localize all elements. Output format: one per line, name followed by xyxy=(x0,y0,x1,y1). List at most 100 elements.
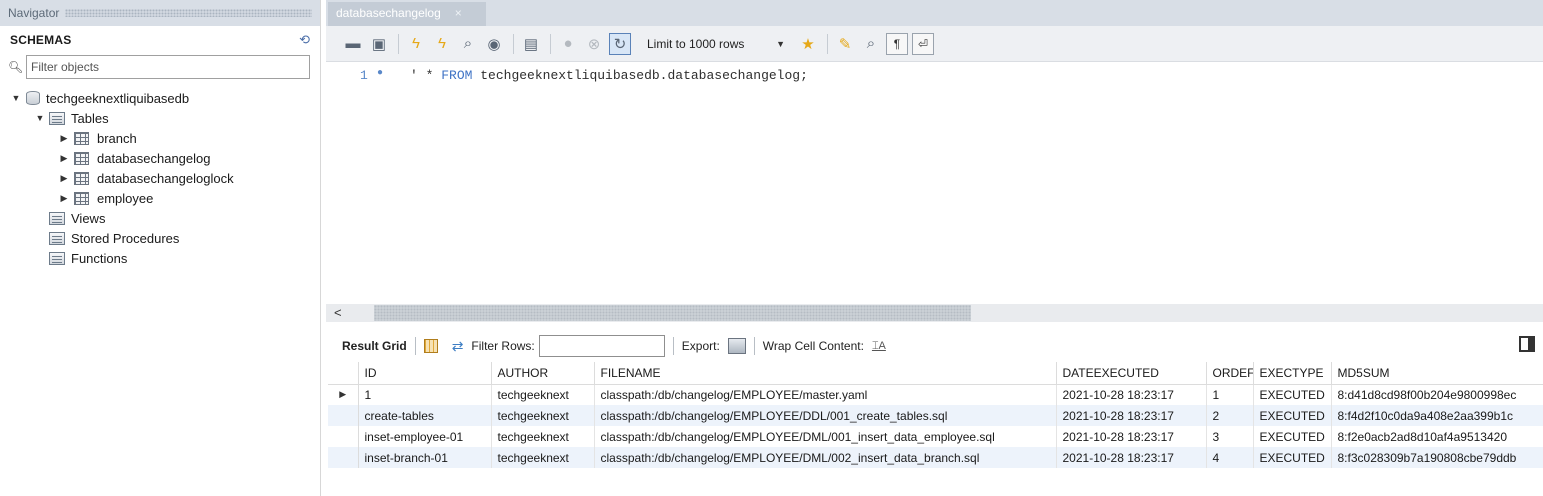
cell[interactable]: 2021-10-28 18:23:17 xyxy=(1056,426,1207,447)
table-node-databasechangeloglock[interactable]: ▶ databasechangeloglock xyxy=(0,168,321,188)
open-folder-icon[interactable]: ▬ xyxy=(342,33,364,55)
stop-icon[interactable]: ◉ xyxy=(483,33,505,55)
table-name: databasechangeloglock xyxy=(97,170,234,186)
cell[interactable]: classpath:/db/changelog/EMPLOYEE/master.… xyxy=(594,384,1057,405)
search-icon: 🔍︎ xyxy=(8,60,24,74)
code-line[interactable]: ' * FROM techgeeknextliquibasedb.databas… xyxy=(410,68,808,83)
execute-icon[interactable]: ϟ xyxy=(405,33,427,55)
expand-right-icon[interactable]: ▶ xyxy=(58,193,70,204)
row-indicator xyxy=(328,405,359,426)
column-header[interactable]: ID xyxy=(358,362,492,385)
functions-node[interactable]: Functions xyxy=(0,248,321,268)
stored-procedures-node[interactable]: Stored Procedures xyxy=(0,228,321,248)
cell[interactable]: 8:f3c028309b7a190808cbe79ddb xyxy=(1331,447,1543,468)
cell[interactable]: EXECUTED xyxy=(1253,384,1332,405)
refresh-icon[interactable]: ⟲ xyxy=(299,32,310,48)
cell[interactable]: 2021-10-28 18:23:17 xyxy=(1056,447,1207,468)
cell[interactable]: techgeeknext xyxy=(491,384,595,405)
cell[interactable]: 2 xyxy=(1206,405,1254,426)
table-row[interactable]: create-tables techgeeknext classpath:/db… xyxy=(328,405,1543,426)
cell[interactable]: EXECUTED xyxy=(1253,426,1332,447)
toggle-output-icon[interactable]: ▤ xyxy=(520,33,542,55)
grid-view-icon[interactable] xyxy=(423,339,438,353)
word-wrap-icon[interactable]: ⏎ xyxy=(912,32,934,55)
table-icon xyxy=(74,131,89,145)
explain-icon[interactable]: ⌕ xyxy=(457,33,479,55)
cell[interactable]: 8:f2e0acb2ad8d10af4a9513420 xyxy=(1331,426,1543,447)
beautify-icon[interactable]: ✎ xyxy=(834,33,856,55)
close-icon[interactable]: × xyxy=(455,2,462,26)
table-row[interactable]: inset-employee-01 techgeeknext classpath… xyxy=(328,426,1543,447)
table-node-databasechangelog[interactable]: ▶ databasechangelog xyxy=(0,148,321,168)
find-icon[interactable]: ⌕ xyxy=(860,33,882,55)
cell[interactable]: create-tables xyxy=(358,405,492,426)
tab-databasechangelog[interactable]: databasechangelog × xyxy=(328,2,486,26)
result-grid-label[interactable]: Result Grid xyxy=(342,339,407,353)
expand-right-icon[interactable]: ▶ xyxy=(58,133,70,144)
cell[interactable]: 4 xyxy=(1206,447,1254,468)
cell[interactable]: 8:d41d8cd98f00b204e9800998ec xyxy=(1331,384,1543,405)
cell[interactable]: 2021-10-28 18:23:17 xyxy=(1056,384,1207,405)
tables-node[interactable]: ▼ Tables xyxy=(0,108,321,128)
cell[interactable]: classpath:/db/changelog/EMPLOYEE/DDL/001… xyxy=(594,405,1057,426)
schema-node[interactable]: ▼ techgeeknextliquibasedb xyxy=(0,88,321,108)
table-node-branch[interactable]: ▶ branch xyxy=(0,128,321,148)
column-header[interactable]: FILENAME xyxy=(594,362,1057,385)
sql-editor[interactable]: 1 ● ' * FROM techgeeknextliquibasedb.dat… xyxy=(326,62,1543,304)
database-icon xyxy=(26,91,40,105)
cell[interactable]: 1 xyxy=(1206,384,1254,405)
refresh-icon[interactable]: ⇄ xyxy=(452,338,464,355)
cell[interactable]: inset-branch-01 xyxy=(358,447,492,468)
toolbar-divider xyxy=(827,33,828,54)
toggle-side-panel-icon[interactable] xyxy=(1519,336,1535,352)
cell[interactable]: inset-employee-01 xyxy=(358,426,492,447)
panel-grip[interactable] xyxy=(65,9,312,17)
scrollbar-thumb[interactable] xyxy=(374,305,971,321)
save-icon[interactable]: ▣ xyxy=(368,33,390,55)
folder-icon xyxy=(49,251,65,265)
scroll-left-icon[interactable]: < xyxy=(334,305,342,320)
expand-right-icon[interactable]: ▶ xyxy=(58,173,70,184)
folder-icon xyxy=(49,211,65,225)
export-icon[interactable] xyxy=(727,338,746,354)
column-header[interactable]: MD5SUM xyxy=(1331,362,1543,385)
views-node[interactable]: Views xyxy=(0,208,321,228)
cell[interactable]: techgeeknext xyxy=(491,405,595,426)
toolbar-divider xyxy=(672,337,674,355)
filter-objects-input[interactable] xyxy=(26,55,310,79)
cell[interactable]: EXECUTED xyxy=(1253,405,1332,426)
folder-icon xyxy=(49,231,65,245)
limit-rows-select[interactable]: Limit to 1000 rows ▼ xyxy=(641,33,791,55)
column-header[interactable]: DATEEXECUTED xyxy=(1056,362,1207,385)
wrap-cell-icon[interactable]: ⌶A xyxy=(872,340,886,353)
table-row[interactable]: ▶ 1 techgeeknext classpath:/db/changelog… xyxy=(328,384,1543,405)
autocommit-icon[interactable]: ↻ xyxy=(609,32,631,55)
table-row[interactable]: inset-branch-01 techgeeknext classpath:/… xyxy=(328,447,1543,468)
editor-horizontal-scrollbar[interactable]: < xyxy=(326,304,1543,322)
cell[interactable]: 8:f4d2f10c0da9a408e2aa399b1c xyxy=(1331,405,1543,426)
column-header[interactable]: AUTHOR xyxy=(491,362,595,385)
cell[interactable]: 1 xyxy=(358,384,492,405)
cell[interactable]: techgeeknext xyxy=(491,447,595,468)
schema-name: techgeeknextliquibasedb xyxy=(46,90,190,106)
expand-down-icon[interactable]: ▼ xyxy=(34,113,46,123)
expand-down-icon[interactable]: ▼ xyxy=(10,93,22,103)
table-node-employee[interactable]: ▶ employee xyxy=(0,188,321,208)
cell[interactable]: EXECUTED xyxy=(1253,447,1332,468)
cell[interactable]: 3 xyxy=(1206,426,1254,447)
column-header[interactable]: EXECTYPE xyxy=(1253,362,1332,385)
cell[interactable]: classpath:/db/changelog/EMPLOYEE/DML/002… xyxy=(594,447,1057,468)
cell[interactable]: techgeeknext xyxy=(491,426,595,447)
add-snippet-icon[interactable]: ★ xyxy=(797,33,819,55)
rollback-icon[interactable]: ⊗ xyxy=(583,33,605,55)
row-indicator-header xyxy=(328,362,359,385)
line-number: 1 xyxy=(360,68,368,83)
invisible-chars-icon[interactable]: ¶ xyxy=(886,32,908,55)
column-header[interactable]: ORDEF xyxy=(1206,362,1254,385)
filter-rows-input[interactable] xyxy=(538,335,665,357)
commit-icon[interactable]: ● xyxy=(557,33,579,55)
cell[interactable]: 2021-10-28 18:23:17 xyxy=(1056,405,1207,426)
execute-current-icon[interactable]: ϟ xyxy=(431,33,453,55)
expand-right-icon[interactable]: ▶ xyxy=(58,153,70,164)
cell[interactable]: classpath:/db/changelog/EMPLOYEE/DML/001… xyxy=(594,426,1057,447)
